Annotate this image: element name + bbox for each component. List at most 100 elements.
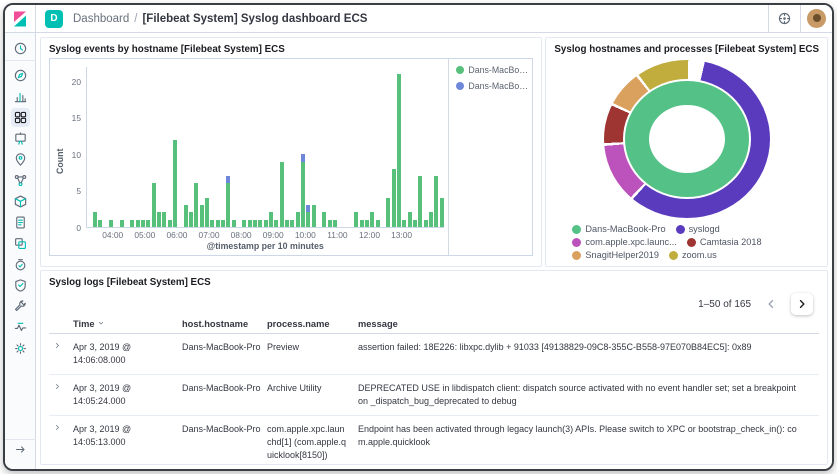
sidebar-item-logs[interactable] — [5, 212, 36, 232]
bar[interactable] — [210, 219, 215, 227]
column-header-message[interactable]: message — [358, 319, 809, 329]
bar[interactable] — [333, 219, 338, 227]
bar[interactable] — [306, 205, 311, 227]
legend-item[interactable]: com.apple.xpc.launc... — [572, 237, 677, 247]
sidebar-item-uptime[interactable] — [5, 254, 36, 274]
expand-row-button[interactable] — [53, 423, 70, 462]
bar[interactable] — [119, 219, 124, 227]
bar[interactable] — [220, 219, 225, 227]
legend-item[interactable]: zoom.us — [668, 250, 717, 260]
legend-item[interactable]: syslogd — [675, 224, 720, 234]
bar[interactable] — [391, 168, 396, 227]
sidebar-item-siem[interactable] — [5, 275, 36, 295]
bar[interactable] — [402, 219, 407, 227]
space-badge[interactable]: D — [45, 9, 63, 28]
bar[interactable] — [370, 212, 375, 227]
sidebar-item-visualize[interactable] — [5, 86, 36, 106]
legend-item[interactable]: SnagitHelper2019 — [572, 250, 659, 260]
bar[interactable] — [386, 197, 391, 227]
bar[interactable] — [365, 219, 370, 227]
bar[interactable] — [108, 219, 113, 227]
bar[interactable] — [204, 197, 209, 227]
bar[interactable] — [130, 219, 135, 227]
bar[interactable] — [92, 212, 97, 227]
next-page-button[interactable] — [791, 293, 813, 315]
fullscreen-button[interactable] — [768, 5, 800, 32]
expand-row-button[interactable] — [53, 382, 70, 408]
sidebar-item-infrastructure[interactable] — [5, 191, 36, 211]
bar[interactable] — [183, 205, 188, 227]
bar[interactable] — [285, 219, 289, 227]
bar[interactable] — [279, 161, 284, 227]
column-header-time[interactable]: Time — [73, 319, 179, 329]
donut-chart[interactable] — [603, 59, 770, 218]
sidebar-item-canvas[interactable] — [5, 128, 36, 148]
legend-item[interactable]: Camtasia 2018 — [686, 237, 762, 247]
user-menu-button[interactable] — [800, 5, 832, 32]
bar[interactable] — [407, 212, 412, 227]
column-header-host[interactable]: host.hostname — [182, 319, 264, 329]
bar[interactable] — [290, 219, 295, 227]
breadcrumb-dashboard[interactable]: Dashboard — [73, 13, 129, 25]
bar[interactable] — [311, 205, 316, 227]
bar[interactable] — [98, 219, 103, 227]
bar[interactable] — [295, 212, 300, 227]
sidebar-item-dashboard[interactable] — [5, 107, 36, 127]
legend-item[interactable]: Dans-MacBook-Pro — [456, 65, 528, 75]
sidebar-item-management[interactable] — [5, 338, 36, 358]
bar[interactable] — [397, 74, 402, 227]
column-header-process[interactable]: process.name — [267, 319, 355, 329]
bar[interactable] — [135, 219, 140, 227]
legend-item[interactable]: Dans-MacBook-Pro — [572, 224, 666, 234]
bar[interactable] — [301, 154, 305, 227]
sidebar-item-maps[interactable] — [5, 149, 36, 169]
x-tick-label: 09:00 — [262, 230, 284, 240]
bar[interactable] — [354, 212, 359, 227]
bar[interactable] — [194, 183, 199, 227]
bar[interactable] — [263, 219, 268, 227]
sidebar-collapse-button[interactable] — [5, 439, 36, 463]
bar[interactable] — [258, 219, 263, 227]
bar-chart-plot[interactable] — [86, 67, 445, 228]
bar[interactable] — [188, 212, 193, 227]
bar[interactable] — [231, 219, 236, 227]
legend-item[interactable]: Dans-MacBook-Pro.l... — [456, 81, 528, 91]
bar[interactable] — [167, 219, 172, 227]
bar[interactable] — [434, 176, 439, 227]
bar-segment — [327, 219, 332, 227]
bar[interactable] — [418, 176, 423, 227]
sidebar-item-dev-tools[interactable] — [5, 296, 36, 316]
bar[interactable] — [359, 219, 364, 227]
sidebar-item-monitoring[interactable] — [5, 317, 36, 337]
sidebar-item-discover[interactable] — [5, 65, 36, 85]
uptime-icon — [13, 257, 28, 272]
kibana-logo[interactable] — [5, 5, 36, 32]
bar[interactable] — [423, 219, 428, 227]
bar[interactable] — [247, 219, 252, 227]
sidebar-item-apm[interactable] — [5, 233, 36, 253]
prev-page-button[interactable] — [760, 293, 782, 315]
bar[interactable] — [199, 205, 204, 227]
bar[interactable] — [226, 176, 231, 227]
bar[interactable] — [162, 212, 167, 227]
bar[interactable] — [172, 139, 177, 227]
bar[interactable] — [156, 212, 161, 227]
bar[interactable] — [439, 197, 444, 227]
bar[interactable] — [413, 219, 418, 227]
sidebar-item-recently-viewed[interactable] — [5, 37, 36, 61]
bar[interactable] — [327, 219, 332, 227]
sidebar-item-machine-learning[interactable] — [5, 170, 36, 190]
bar[interactable] — [269, 212, 273, 227]
bar[interactable] — [375, 219, 380, 227]
expand-row-button[interactable] — [53, 341, 70, 367]
bar[interactable] — [429, 212, 434, 227]
bar[interactable] — [253, 219, 257, 227]
bar-chart[interactable]: Count 0 5 10 15 20 04:00 05:00 06:00 07:00 08:00… — [49, 58, 534, 256]
bar[interactable] — [215, 219, 220, 227]
bar[interactable] — [322, 212, 327, 227]
bar[interactable] — [274, 219, 279, 227]
bar[interactable] — [242, 219, 247, 227]
bar[interactable] — [151, 183, 156, 227]
bar[interactable] — [140, 219, 145, 227]
bar[interactable] — [146, 219, 151, 227]
